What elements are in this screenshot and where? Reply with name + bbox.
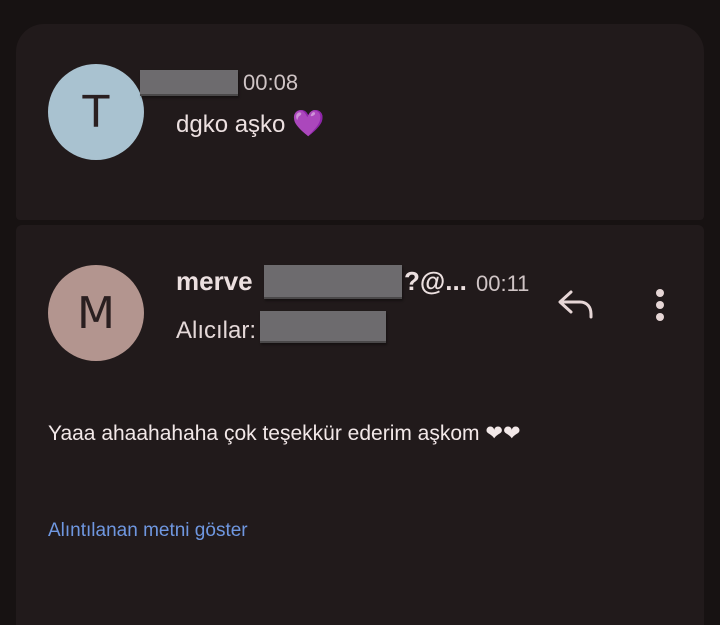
message-card-collapsed[interactable]: T 00:08 dgko aşko 💜 <box>16 24 704 220</box>
sender-avatar[interactable]: M <box>48 265 144 361</box>
sender-name[interactable]: merve <box>176 266 253 297</box>
message-card-expanded: M merve ?@... 00:11 Alıcılar: Yaaa ahaah… <box>16 225 704 625</box>
reply-button[interactable] <box>550 282 602 326</box>
preview-text: dgko aşko <box>176 111 286 138</box>
purple-heart-emoji: 💜 <box>292 108 325 138</box>
more-vert-icon <box>656 289 664 321</box>
more-options-button[interactable] <box>640 283 680 327</box>
show-quoted-text-link[interactable]: Alıntılanan metni göster <box>48 520 248 542</box>
reply-icon <box>558 290 593 319</box>
redacted-sender-name <box>140 70 238 96</box>
sender-avatar: T <box>48 64 144 160</box>
message-time: 00:08 <box>243 70 299 95</box>
recipients-line[interactable]: Alıcılar: <box>176 317 256 345</box>
sender-address-tail: ?@... <box>404 266 467 296</box>
redacted-sender-address <box>264 265 402 299</box>
redacted-recipients <box>260 311 386 343</box>
message-preview: dgko aşko 💜 <box>176 108 324 139</box>
message-body: Yaaa ahaahahaha çok teşekkür ederim aşko… <box>48 422 521 445</box>
recipients-label: Alıcılar: <box>176 317 257 344</box>
message-time: 00:11 <box>476 271 530 296</box>
avatar-letter: T <box>82 86 110 138</box>
avatar-letter: M <box>77 287 115 339</box>
